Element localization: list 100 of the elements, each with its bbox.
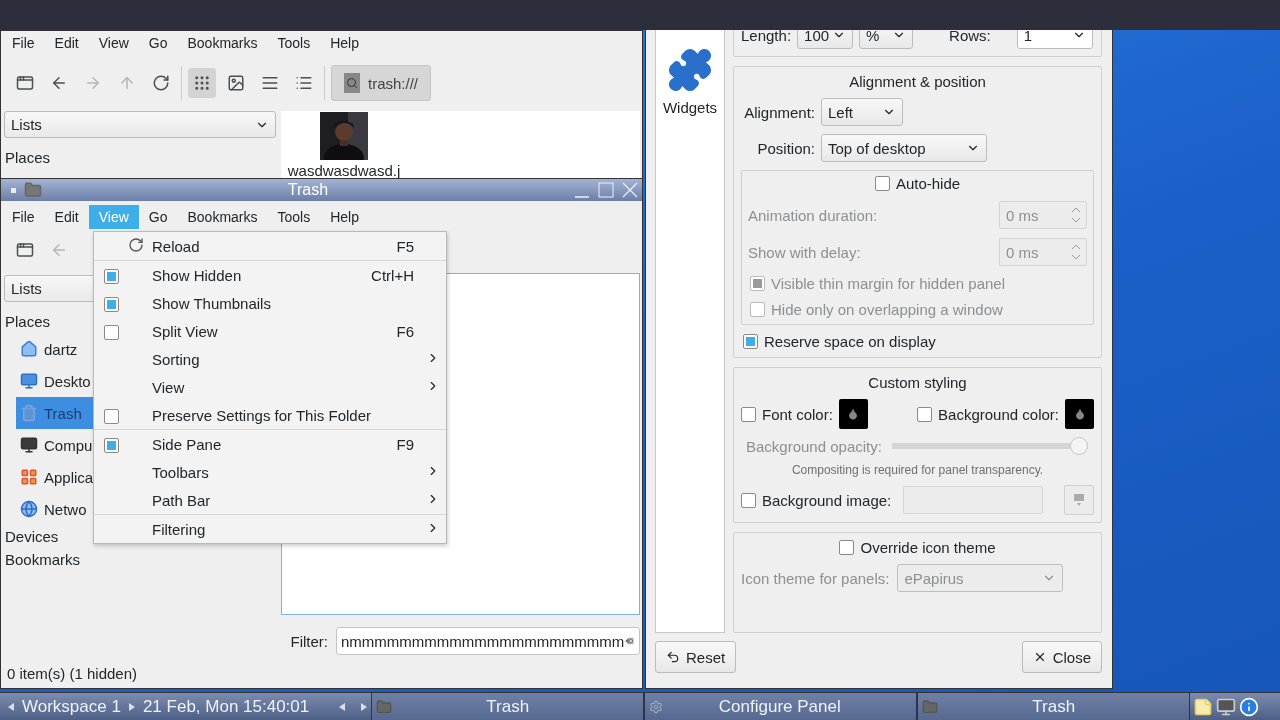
window-menu-icon[interactable] bbox=[11, 187, 16, 193]
new-window-icon bbox=[16, 241, 34, 259]
menu-item[interactable]: Go bbox=[138, 31, 178, 55]
checkbox[interactable] bbox=[104, 268, 119, 284]
reset-button[interactable]: Reset bbox=[655, 641, 737, 673]
note-icon[interactable] bbox=[1193, 696, 1214, 717]
task-button[interactable]: Configure Panel bbox=[644, 692, 918, 720]
menu-item[interactable]: Tools bbox=[267, 205, 321, 229]
right-arrow-icon[interactable] bbox=[126, 701, 137, 712]
menu-item[interactable]: View bbox=[94, 373, 446, 401]
checkbox[interactable] bbox=[917, 406, 933, 422]
image-icon bbox=[1073, 493, 1085, 507]
place-item[interactable]: dartz bbox=[16, 333, 96, 365]
unit-combo[interactable]: % bbox=[859, 30, 914, 49]
maximize-icon[interactable] bbox=[598, 182, 614, 198]
monitor-icon[interactable] bbox=[1216, 696, 1237, 717]
icon-view-icon bbox=[193, 74, 211, 92]
menu-item[interactable]: Edit bbox=[44, 31, 89, 55]
checkbox[interactable] bbox=[874, 176, 890, 191]
task-button[interactable]: Trash bbox=[917, 692, 1191, 720]
menu-item[interactable]: Toolbars bbox=[94, 458, 446, 486]
desktop-icon bbox=[20, 372, 38, 390]
background-color-button[interactable] bbox=[1065, 399, 1094, 429]
location-button[interactable]: trash:/// bbox=[331, 65, 432, 101]
overlap-label: Hide only on overlapping a window bbox=[771, 301, 1003, 318]
menu-item[interactable]: Help bbox=[320, 205, 369, 229]
menu-item[interactable]: Filtering bbox=[94, 515, 446, 543]
auto-hide-label: Auto-hide bbox=[895, 175, 961, 192]
place-item[interactable]: Netwo bbox=[16, 493, 96, 525]
task-button[interactable]: Trash bbox=[371, 692, 645, 720]
places-heading: Places bbox=[4, 148, 52, 168]
filter-field[interactable]: nmmmmmmmmmmmmmmmmmmmmmm bbox=[336, 627, 640, 655]
slider-thumb[interactable] bbox=[1070, 437, 1088, 455]
rows-field[interactable]: 1 bbox=[1016, 30, 1093, 49]
place-item[interactable]: Compu bbox=[16, 429, 96, 461]
spin-arrows-icon[interactable] bbox=[1070, 205, 1082, 225]
checkbox[interactable] bbox=[104, 324, 119, 340]
group-title: Custom styling bbox=[867, 374, 968, 391]
checkbox[interactable] bbox=[104, 296, 119, 312]
checkbox[interactable] bbox=[104, 408, 119, 424]
reload-icon bbox=[152, 74, 170, 92]
group-title: Alignment & position bbox=[848, 73, 987, 90]
folder-icon bbox=[922, 698, 939, 715]
puzzle-icon[interactable] bbox=[667, 47, 713, 93]
info-icon[interactable] bbox=[1239, 696, 1260, 717]
background-image-label: Background image: bbox=[762, 491, 892, 509]
menu-item[interactable]: Preserve Settings for This Folder bbox=[94, 401, 446, 429]
position-combo[interactable]: Top of desktop bbox=[821, 134, 987, 162]
checkbox[interactable] bbox=[839, 540, 855, 555]
clock[interactable]: 21 Feb, Mon 15:40:01 bbox=[142, 696, 310, 717]
close-button[interactable]: Close bbox=[1021, 641, 1102, 673]
checkbox[interactable] bbox=[741, 406, 756, 422]
workspace-label[interactable]: Workspace 1 bbox=[22, 696, 121, 717]
close-icon[interactable] bbox=[622, 182, 638, 198]
menu-item[interactable]: Side Pane F9 bbox=[94, 430, 446, 458]
spin-arrows-icon[interactable] bbox=[1070, 242, 1082, 262]
left-arrow-icon[interactable] bbox=[337, 701, 348, 712]
apps-icon bbox=[20, 468, 38, 486]
image-path-field[interactable] bbox=[903, 486, 1044, 514]
menu-item[interactable]: Help bbox=[320, 31, 369, 55]
icon-view-button[interactable] bbox=[188, 68, 216, 98]
folder-icon bbox=[376, 698, 393, 715]
override-icon-label: Override icon theme bbox=[860, 539, 996, 556]
menu-item[interactable]: Bookmarks bbox=[177, 205, 268, 229]
menu-item[interactable]: Tools bbox=[267, 31, 321, 55]
length-field[interactable]: 100 bbox=[797, 30, 854, 49]
menu-item[interactable]: File bbox=[2, 205, 45, 229]
menu-item[interactable]: Reload F5 bbox=[94, 232, 446, 260]
gear-icon bbox=[649, 699, 664, 714]
forward-icon bbox=[84, 74, 102, 92]
sidebar-item[interactable]: Widgets bbox=[662, 99, 718, 116]
menu-item[interactable]: Path Bar bbox=[94, 486, 446, 514]
menu-item[interactable]: Go bbox=[138, 205, 178, 229]
menu-item[interactable]: View bbox=[88, 31, 139, 55]
checkbox[interactable] bbox=[743, 334, 758, 349]
menu-item[interactable]: Show Thumbnails bbox=[94, 289, 446, 317]
back-icon bbox=[50, 74, 68, 92]
font-color-button[interactable] bbox=[838, 399, 868, 429]
checkbox[interactable] bbox=[104, 437, 119, 453]
browse-image-button[interactable] bbox=[1064, 485, 1094, 515]
trash-icon bbox=[20, 404, 38, 422]
side-pane-combo[interactable]: Lists bbox=[4, 111, 276, 138]
menu-item[interactable]: Show Hidden Ctrl+H bbox=[94, 261, 446, 289]
section-heading[interactable]: Bookmarks bbox=[3, 548, 83, 571]
menu-item[interactable]: Sorting bbox=[94, 345, 446, 373]
checkbox[interactable] bbox=[741, 492, 756, 508]
place-item[interactable]: Applica bbox=[16, 461, 96, 493]
menu-item[interactable]: File bbox=[2, 31, 45, 55]
delay-label: Show with delay: bbox=[748, 243, 861, 261]
status-text: 0 item(s) (1 hidden) bbox=[7, 665, 139, 682]
file-name[interactable]: wasdwasdwasd.j bbox=[287, 162, 401, 179]
left-arrow-icon[interactable] bbox=[6, 701, 16, 712]
menu-item[interactable]: Bookmarks bbox=[177, 31, 268, 55]
background-color-label: Background color: bbox=[938, 405, 1059, 423]
place-item[interactable]: Deskto bbox=[16, 365, 96, 397]
alignment-combo[interactable]: Left bbox=[821, 98, 903, 126]
compact-list-icon bbox=[261, 74, 279, 92]
menu-item[interactable]: Split View F6 bbox=[94, 317, 446, 345]
section-heading[interactable]: Devices bbox=[3, 525, 61, 548]
menu-item[interactable]: Edit bbox=[44, 205, 89, 229]
